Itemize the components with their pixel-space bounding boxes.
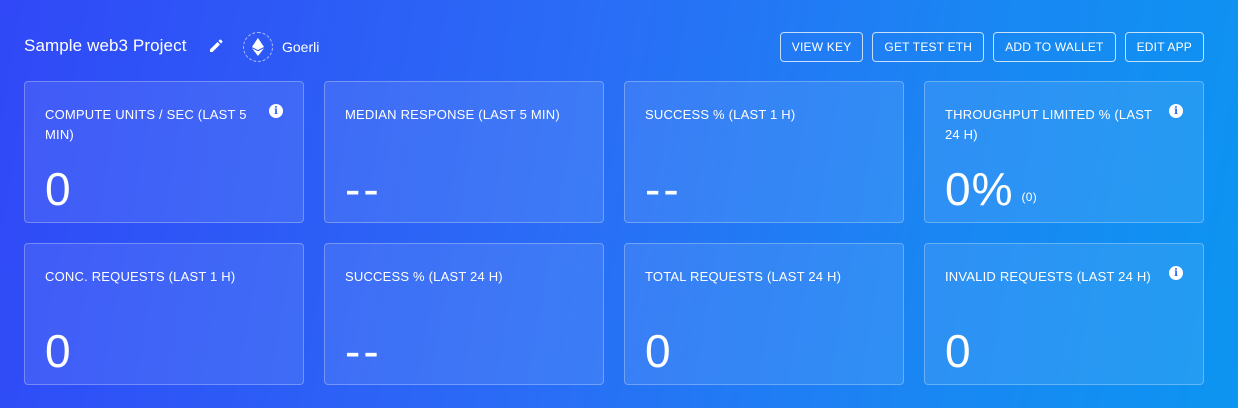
ethereum-icon	[243, 32, 273, 62]
metric-label: MEDIAN RESPONSE (LAST 5 MIN)	[345, 107, 560, 122]
add-to-wallet-button[interactable]: ADD TO WALLET	[993, 32, 1116, 62]
metric-card-success-24h: SUCCESS % (LAST 24 H) --	[324, 243, 604, 385]
metric-value: --	[345, 325, 382, 377]
metric-card-throughput-limited: THROUGHPUT LIMITED % (LAST 24 H) i 0% (0)	[924, 81, 1204, 223]
metric-value: 0	[945, 325, 972, 377]
metric-label: COMPUTE UNITS / SEC (LAST 5 MIN)	[45, 107, 247, 142]
metric-label: SUCCESS % (LAST 24 H)	[345, 269, 503, 284]
metric-card-median-response: MEDIAN RESPONSE (LAST 5 MIN) --	[324, 81, 604, 223]
metric-card-concurrent-requests: CONC. REQUESTS (LAST 1 H) 0	[24, 243, 304, 385]
metric-value: --	[645, 163, 682, 215]
metric-value: 0	[45, 325, 72, 377]
get-test-eth-button[interactable]: GET TEST ETH	[872, 32, 985, 62]
header-actions: VIEW KEY GET TEST ETH ADD TO WALLET EDIT…	[779, 32, 1204, 62]
metric-card-compute-units: COMPUTE UNITS / SEC (LAST 5 MIN) i 0	[24, 81, 304, 223]
metric-value-main: 0%	[945, 163, 1014, 215]
network-name: Goerli	[282, 39, 320, 55]
metric-card-invalid-requests: INVALID REQUESTS (LAST 24 H) i 0	[924, 243, 1204, 385]
pencil-icon[interactable]	[208, 38, 224, 54]
info-icon[interactable]: i	[269, 104, 283, 118]
metric-value: 0% (0)	[945, 166, 1037, 212]
edit-app-button[interactable]: EDIT APP	[1124, 32, 1204, 62]
metric-label: SUCCESS % (LAST 1 H)	[645, 107, 796, 122]
metric-value-count: (0)	[1021, 190, 1038, 204]
project-title: Sample web3 Project	[24, 36, 187, 55]
metric-value: 0	[45, 163, 72, 215]
metric-label: TOTAL REQUESTS (LAST 24 H)	[645, 269, 842, 284]
metrics-grid: COMPUTE UNITS / SEC (LAST 5 MIN) i 0 MED…	[24, 81, 1204, 385]
info-icon[interactable]: i	[1169, 266, 1183, 280]
project-header: Sample web3 Project Goerli VIEW KEY GET …	[24, 32, 1204, 62]
view-key-button[interactable]: VIEW KEY	[779, 32, 864, 62]
metric-label: THROUGHPUT LIMITED % (LAST 24 H)	[945, 107, 1152, 142]
metric-label: INVALID REQUESTS (LAST 24 H)	[945, 269, 1151, 284]
metric-card-success-1h: SUCCESS % (LAST 1 H) --	[624, 81, 904, 223]
metric-value: --	[345, 163, 382, 215]
metric-card-total-requests: TOTAL REQUESTS (LAST 24 H) 0	[624, 243, 904, 385]
metric-value: 0	[645, 325, 672, 377]
info-icon[interactable]: i	[1169, 104, 1183, 118]
metric-label: CONC. REQUESTS (LAST 1 H)	[45, 269, 236, 284]
